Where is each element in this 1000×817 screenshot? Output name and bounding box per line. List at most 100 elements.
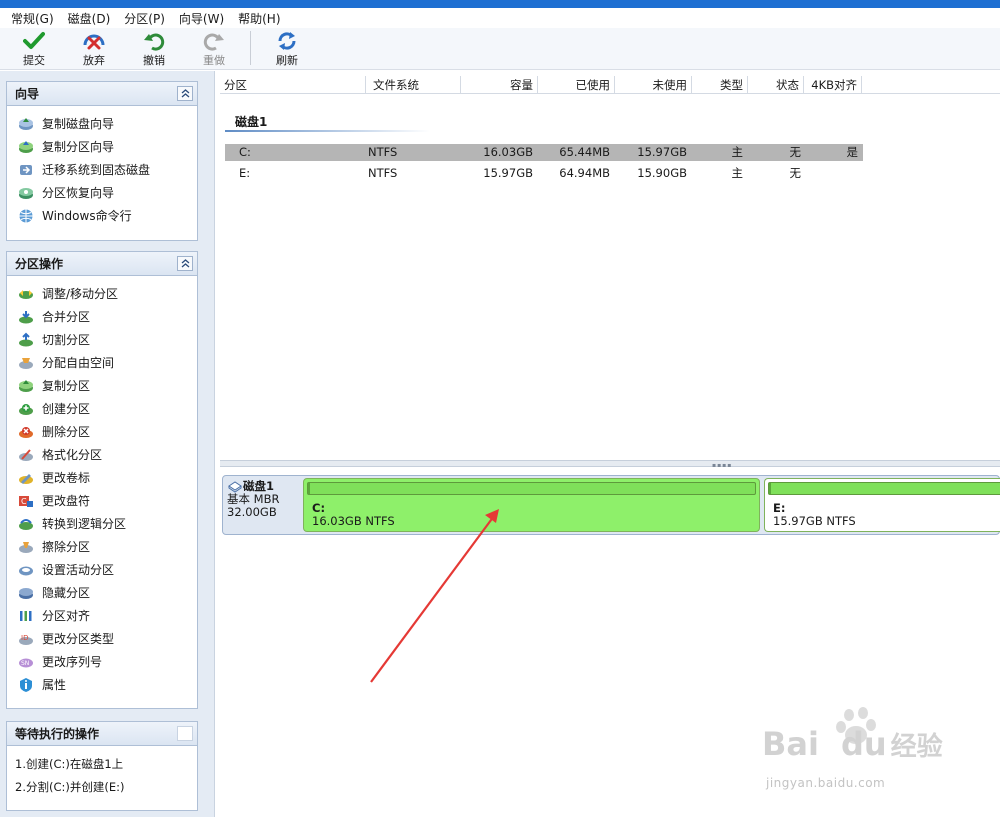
cell-free: 15.90GB	[637, 166, 687, 180]
op-align[interactable]: 分区对齐	[7, 604, 197, 627]
op-merge[interactable]: 合并分区	[7, 305, 197, 328]
migrate-os-icon	[18, 162, 34, 178]
op-format[interactable]: 格式化分区	[7, 443, 197, 466]
serial-icon: SN	[18, 654, 34, 670]
pending-collapse-button[interactable]	[177, 726, 193, 741]
create-icon	[18, 401, 34, 417]
op-change-letter[interactable]: C 更改盘符	[7, 489, 197, 512]
partition-detail: 15.97GB NTFS	[773, 514, 856, 528]
op-label: 合并分区	[42, 310, 91, 324]
watermark-brand-b: du	[840, 725, 887, 763]
watermark-brand: Bai du 经验	[762, 725, 943, 763]
op-hide[interactable]: 隐藏分区	[7, 581, 197, 604]
drive-letter-icon: C	[18, 493, 34, 509]
usage-fill	[769, 483, 771, 494]
partition-row[interactable]: E: NTFS 15.97GB 64.94MB 15.90GB 主 无	[225, 165, 863, 182]
cell-status: 无	[789, 166, 802, 180]
op-label: 更改序列号	[42, 655, 103, 669]
partition-row[interactable]: C: NTFS 16.03GB 65.44MB 15.97GB 主 无 是	[225, 144, 863, 161]
discard-button[interactable]: 放弃	[64, 28, 124, 68]
commit-button[interactable]: 提交	[4, 28, 64, 68]
col-type[interactable]: 类型	[692, 76, 748, 94]
op-create[interactable]: 创建分区	[7, 397, 197, 420]
cell-partition: E:	[239, 166, 251, 180]
partition-block-e[interactable]: E: 15.97GB NTFS	[764, 478, 1000, 532]
undo-button[interactable]: 撤销	[124, 28, 184, 68]
left-pane: 向导 复制磁盘向导 复制分区向导 迁移系统到固态磁盘 分区恢复向导 Window…	[0, 71, 215, 817]
cell-4k-align: 是	[846, 145, 859, 159]
op-label: 格式化分区	[42, 448, 103, 462]
menu-help[interactable]: 帮助(H)	[231, 10, 287, 27]
allocate-icon	[18, 355, 34, 371]
op-change-serial[interactable]: SN 更改序列号	[7, 650, 197, 673]
col-free[interactable]: 未使用	[615, 76, 692, 94]
usage-bar	[307, 482, 756, 495]
wizard-item-label: 迁移系统到固态磁盘	[42, 163, 151, 177]
wizard-item-recovery[interactable]: 分区恢复向导	[7, 181, 197, 204]
wizard-item-label: Windows命令行	[42, 209, 132, 223]
col-filesystem[interactable]: 文件系统	[366, 76, 461, 94]
delete-icon	[18, 424, 34, 440]
ops-collapse-button[interactable]	[177, 256, 193, 271]
partition-letter: E:	[773, 501, 786, 515]
col-4k-align[interactable]: 4KB对齐	[804, 76, 862, 94]
wizard-item-copy-disk[interactable]: 复制磁盘向导	[7, 112, 197, 135]
op-label: 更改盘符	[42, 494, 91, 508]
op-convert-logical[interactable]: 转换到逻辑分区	[7, 512, 197, 535]
disk-map[interactable]: 磁盘1 基本 MBR 32.00GB C: 16.03GB NTFS E: 15…	[222, 475, 1000, 535]
undo-label: 撤销	[143, 54, 165, 67]
op-copy-partition[interactable]: 复制分区	[7, 374, 197, 397]
cell-type: 主	[731, 145, 744, 159]
discard-label: 放弃	[83, 54, 105, 67]
hide-icon	[18, 585, 34, 601]
cell-used: 64.94MB	[559, 166, 610, 180]
op-split[interactable]: 切割分区	[7, 328, 197, 351]
col-partition[interactable]: 分区	[220, 76, 366, 94]
op-set-active[interactable]: 设置活动分区	[7, 558, 197, 581]
op-label: 分配自由空间	[42, 356, 115, 370]
pending-panel-header: 等待执行的操作	[7, 722, 197, 746]
pending-item[interactable]: 1.创建(C:)在磁盘1上	[15, 752, 197, 775]
refresh-button[interactable]: 刷新	[257, 28, 317, 68]
redo-button[interactable]: 重做	[184, 28, 244, 68]
align-icon	[18, 608, 34, 624]
op-properties[interactable]: 属性	[7, 673, 197, 696]
wizard-collapse-button[interactable]	[177, 86, 193, 101]
grip-icon: ▪▪▪▪	[712, 462, 733, 469]
wizard-item-migrate-ssd[interactable]: 迁移系统到固态磁盘	[7, 158, 197, 181]
menu-wizard[interactable]: 向导(W)	[172, 10, 231, 27]
partition-block-c[interactable]: C: 16.03GB NTFS	[303, 478, 760, 532]
op-wipe[interactable]: 擦除分区	[7, 535, 197, 558]
active-icon	[18, 562, 34, 578]
wizard-item-cmd[interactable]: Windows命令行	[7, 204, 197, 227]
format-icon	[18, 447, 34, 463]
wizard-list: 复制磁盘向导 复制分区向导 迁移系统到固态磁盘 分区恢复向导 Windows命令…	[7, 106, 197, 227]
col-status[interactable]: 状态	[748, 76, 804, 94]
ops-panel: 分区操作 调整/移动分区 合并分区 切割分区 分配自由空间 复制分区 创建分区 …	[6, 251, 198, 709]
op-change-type[interactable]: ID 更改分区类型	[7, 627, 197, 650]
wizard-panel: 向导 复制磁盘向导 复制分区向导 迁移系统到固态磁盘 分区恢复向导 Window…	[6, 81, 198, 241]
col-capacity[interactable]: 容量	[461, 76, 538, 94]
op-delete[interactable]: 删除分区	[7, 420, 197, 443]
copy-partition-icon	[18, 139, 34, 155]
menu-general[interactable]: 常规(G)	[4, 10, 61, 27]
copy-disk-icon	[18, 116, 34, 132]
commit-label: 提交	[23, 54, 45, 67]
col-used[interactable]: 已使用	[538, 76, 615, 94]
op-allocate-free[interactable]: 分配自由空间	[7, 351, 197, 374]
wizard-item-label: 复制磁盘向导	[42, 117, 115, 131]
op-change-label[interactable]: 更改卷标	[7, 466, 197, 489]
pane-splitter[interactable]: ▪▪▪▪	[220, 460, 1000, 469]
double-chevron-up-icon	[181, 89, 189, 98]
menu-partition[interactable]: 分区(P)	[117, 10, 172, 27]
watermark-cn: 经验	[890, 732, 943, 762]
cell-status: 无	[789, 145, 802, 159]
svg-text:SN: SN	[21, 660, 29, 667]
op-resize-move[interactable]: 调整/移动分区	[7, 282, 197, 305]
refresh-label: 刷新	[276, 54, 298, 67]
menu-disk[interactable]: 磁盘(D)	[61, 10, 118, 27]
usage-bar	[768, 482, 1000, 495]
partition-letter: C:	[312, 501, 326, 515]
wizard-item-copy-partition[interactable]: 复制分区向导	[7, 135, 197, 158]
pending-item[interactable]: 2.分割(C:)并创建(E:)	[15, 775, 197, 798]
